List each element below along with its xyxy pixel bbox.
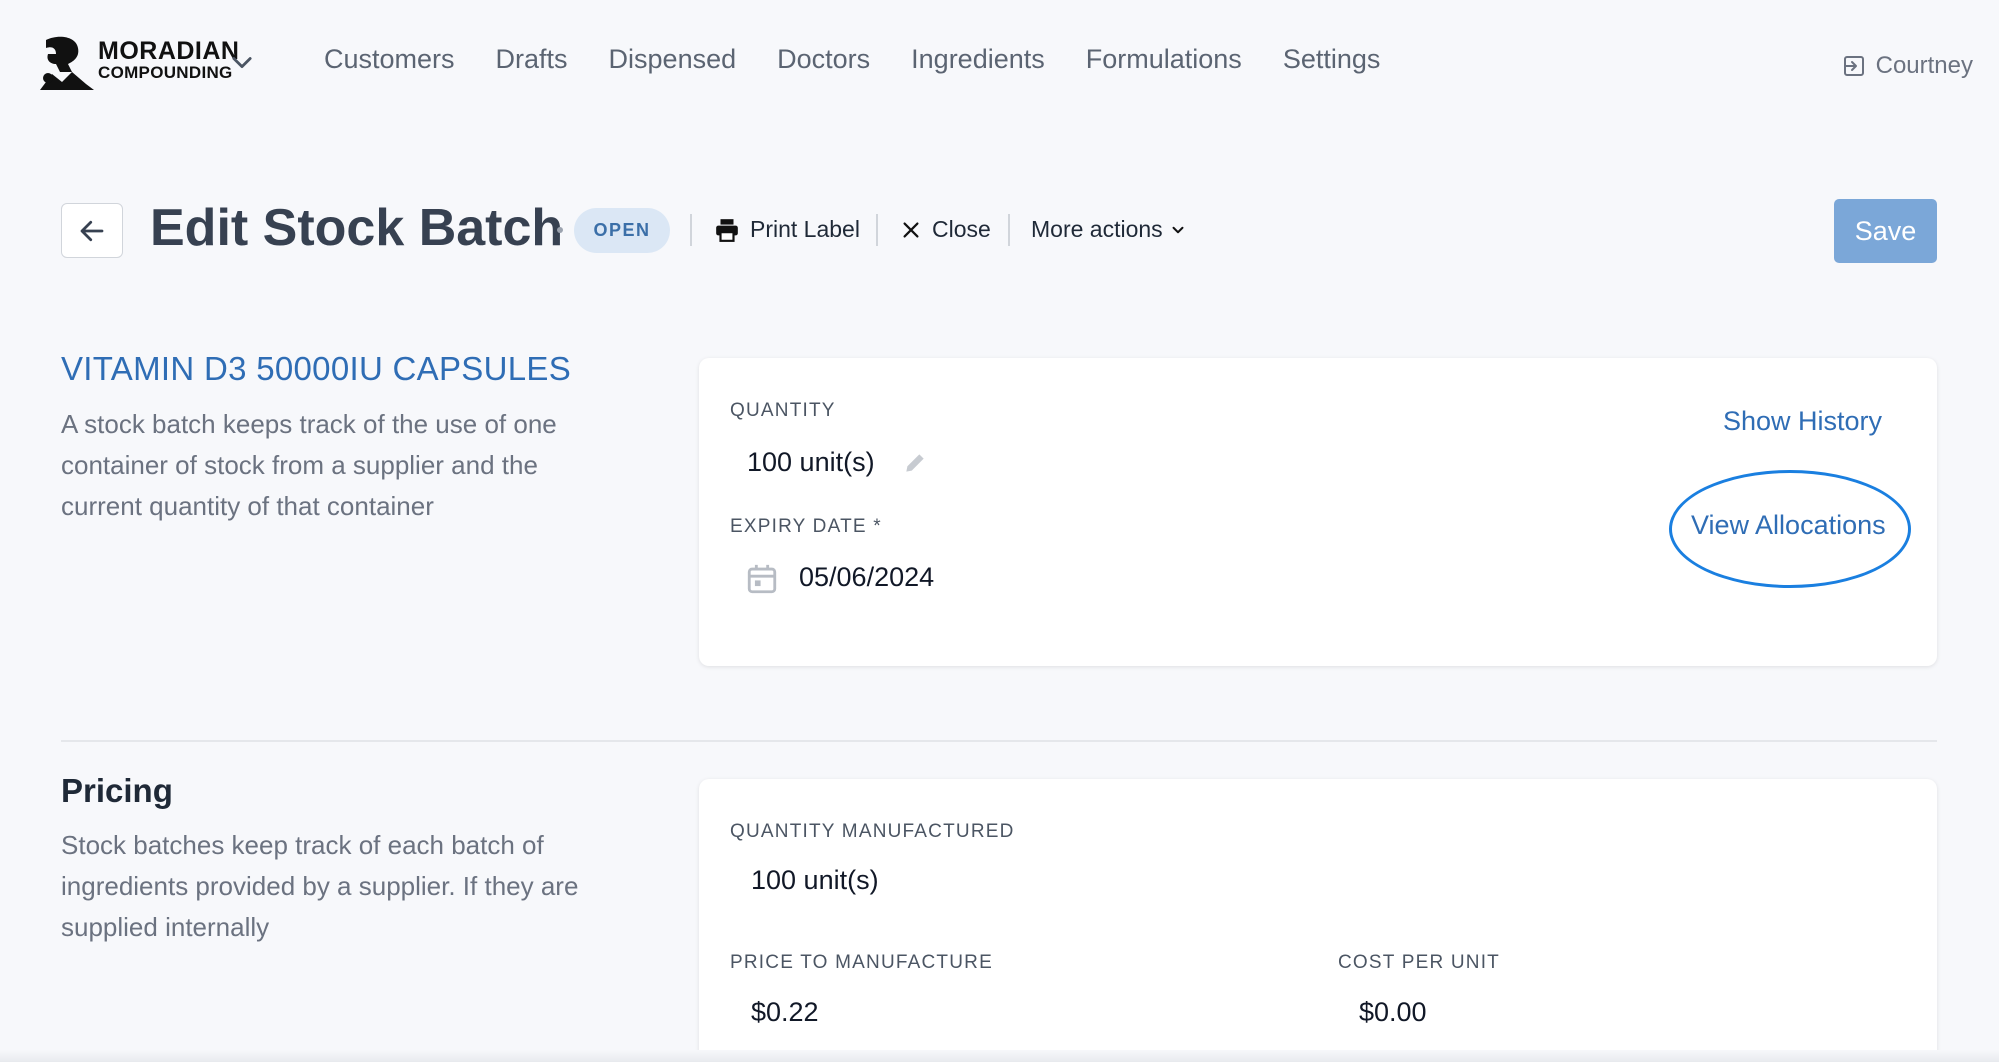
more-actions-dropdown[interactable]: More actions (1031, 216, 1187, 243)
user-menu[interactable]: Courtney (1842, 52, 1973, 80)
calendar-icon[interactable] (745, 561, 779, 597)
price-to-manufacture-label: PRICE TO MANUFACTURE (730, 952, 993, 973)
logo-wordmark: MORADIAN COMPOUNDING (98, 37, 240, 83)
printer-icon (716, 218, 738, 242)
nav-item-drafts[interactable]: Drafts (496, 44, 568, 75)
separator-dot (557, 227, 563, 233)
chevron-down-icon (1172, 226, 1184, 233)
print-label-button[interactable]: Print Label (714, 216, 860, 243)
page-title: Edit Stock Batch (150, 199, 564, 257)
section-divider (61, 740, 1937, 742)
brand-logo[interactable]: MORADIAN COMPOUNDING (38, 34, 240, 90)
logo-line-2: COMPOUNDING (98, 63, 233, 82)
more-actions-text: More actions (1031, 216, 1163, 242)
nav-item-ingredients[interactable]: Ingredients (911, 44, 1045, 75)
quantity-manufactured-label: QUANTITY MANUFACTURED (730, 821, 1015, 842)
nav-item-dispensed[interactable]: Dispensed (609, 44, 737, 75)
divider (1008, 214, 1010, 246)
status-badge: OPEN (574, 208, 670, 253)
chevron-down-icon[interactable] (228, 48, 256, 76)
divider (690, 214, 692, 246)
arrow-left-icon (80, 220, 104, 241)
logout-icon (1843, 56, 1864, 76)
main-nav: Customers Drafts Dispensed Doctors Ingre… (324, 44, 1421, 75)
top-navbar: MORADIAN COMPOUNDING Customers Drafts Di… (0, 0, 1999, 130)
nav-item-doctors[interactable]: Doctors (777, 44, 870, 75)
view-allocations-link[interactable]: View Allocations (1691, 510, 1886, 541)
cost-per-unit-value: $0.00 (1359, 997, 1427, 1027)
batch-product-heading[interactable]: VITAMIN D3 50000IU CAPSULES (61, 350, 571, 388)
print-label-text: Print Label (750, 216, 860, 242)
back-button[interactable] (61, 203, 123, 258)
bottom-edge (0, 1050, 1999, 1062)
divider (876, 214, 878, 246)
batch-section-description: A stock batch keeps track of the use of … (61, 409, 557, 521)
pencil-icon[interactable] (902, 450, 928, 476)
nav-item-customers[interactable]: Customers (324, 44, 455, 75)
pricing-heading: Pricing (61, 772, 173, 809)
expiry-date-label: EXPIRY DATE * (730, 516, 882, 537)
quantity-value: 100 unit(s) (747, 447, 875, 477)
close-icon (903, 221, 919, 238)
nav-item-formulations[interactable]: Formulations (1086, 44, 1242, 75)
logo-icon (40, 36, 94, 90)
save-button[interactable]: Save (1834, 199, 1937, 263)
nav-item-settings[interactable]: Settings (1283, 44, 1381, 75)
close-button[interactable]: Close (900, 216, 991, 243)
expiry-date-input[interactable]: 05/06/2024 (799, 562, 934, 593)
pricing-section-description: Stock batches keep track of each batch o… (61, 830, 579, 942)
user-name: Courtney (1875, 52, 1973, 79)
logo-line-1: MORADIAN (98, 37, 240, 65)
show-history-link[interactable]: Show History (1723, 406, 1882, 437)
price-to-manufacture-value: $0.22 (751, 997, 819, 1027)
quantity-manufactured-value: 100 unit(s) (751, 865, 879, 895)
cost-per-unit-label: COST PER UNIT (1338, 952, 1500, 973)
close-text: Close (932, 216, 991, 242)
quantity-label: QUANTITY (730, 400, 836, 421)
